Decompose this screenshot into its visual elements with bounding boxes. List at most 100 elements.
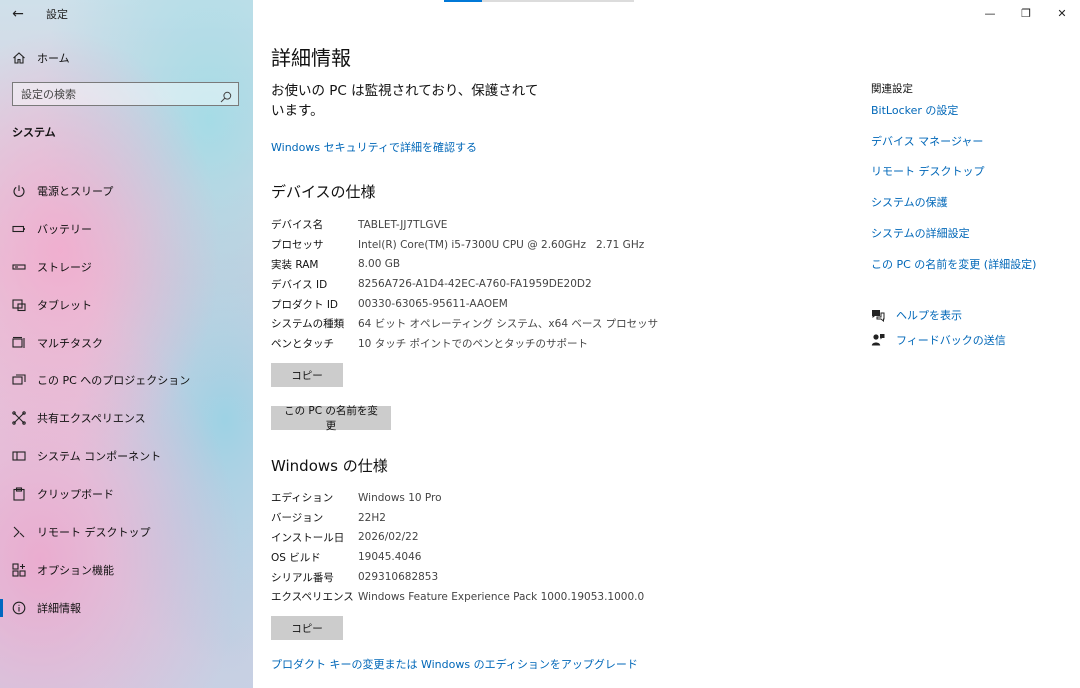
close-button[interactable]: ✕ [1044, 0, 1080, 26]
info-icon [12, 601, 26, 615]
copy-windows-spec-button[interactable]: コピー [271, 616, 343, 640]
sidebar-item-label: 電源とスリープ [37, 184, 114, 198]
sidebar-item-label: クリップボード [37, 488, 114, 502]
spec-row: OS ビルド 19045.4046 [271, 547, 644, 567]
security-details-link[interactable]: Windows セキュリティで詳細を確認する [271, 139, 477, 155]
send-feedback-label: フィードバックの送信 [896, 334, 1006, 347]
page-title: 詳細情報 [271, 46, 351, 70]
shared-experience-icon [12, 411, 26, 426]
spec-value: 8.00 GB [358, 258, 401, 271]
clipboard-icon [12, 487, 26, 501]
sidebar-titlebar: ← 設定 [0, 0, 253, 28]
sidebar-item-battery[interactable]: バッテリー [0, 210, 253, 248]
system-components-icon [12, 449, 26, 463]
spec-key: デバイス名 [271, 219, 324, 232]
sidebar-item-label: タブレット [37, 298, 92, 312]
minimize-button[interactable]: — [972, 0, 1008, 26]
spec-key: デバイス ID [271, 278, 328, 291]
sidebar-item-multitask[interactable]: マルチタスク [0, 324, 253, 362]
battery-icon [12, 222, 26, 236]
spec-row: プロダクト ID 00330-63065-95611-AAOEM [271, 294, 658, 314]
sidebar-item-label: リモート デスクトップ [37, 525, 151, 539]
spec-key: エクスペリエンス [271, 591, 354, 604]
spec-key: バージョン [271, 512, 324, 525]
back-button[interactable]: ← [0, 0, 36, 28]
spec-value: 029310682853 [358, 571, 439, 584]
sidebar-item-label: システム コンポーネント [37, 450, 162, 464]
spec-value: 8256A726-A1D4-42EC-A760-FA1959DE20D2 [358, 278, 592, 291]
loading-indicator-fill [444, 0, 482, 2]
copy-device-spec-button[interactable]: コピー [271, 363, 343, 387]
spec-value: 19045.4046 [358, 551, 422, 564]
spec-key: インストール日 [271, 531, 345, 544]
sidebar-item-label: 詳細情報 [37, 601, 81, 615]
maximize-button[interactable]: ❐ [1008, 0, 1044, 26]
spec-row: 実装 RAM 8.00 GB [271, 255, 658, 275]
upgrade-edition-link[interactable]: プロダクト キーの変更または Windows のエディションをアップグレード [271, 656, 638, 672]
send-feedback-link[interactable]: フィードバックの送信 [871, 332, 1006, 348]
app-title: 設定 [46, 8, 68, 21]
projection-icon [12, 373, 26, 387]
spec-value: Windows 10 Pro [358, 491, 442, 504]
spec-key: 実装 RAM [271, 258, 319, 271]
sidebar-item-storage[interactable]: ストレージ [0, 248, 253, 286]
spec-row: バージョン 22H2 [271, 508, 644, 528]
sidebar-item-tablet[interactable]: タブレット [0, 286, 253, 324]
sidebar-item-projection[interactable]: この PC へのプロジェクション [0, 361, 253, 399]
system-protection-link[interactable]: システムの保護 [871, 194, 948, 210]
help-chat-icon [871, 308, 885, 322]
spec-key: エディション [271, 492, 334, 505]
device-spec-heading: デバイスの仕様 [271, 183, 376, 201]
sidebar-item-clipboard[interactable]: クリップボード [0, 475, 253, 513]
sidebar-item-label: オプション機能 [37, 563, 114, 577]
sidebar-item-system-components[interactable]: システム コンポーネント [0, 437, 253, 475]
window-controls: — ❐ ✕ [972, 0, 1080, 28]
minimize-icon: — [984, 6, 996, 20]
power-icon [12, 184, 26, 198]
tablet-icon [12, 298, 26, 312]
search-input[interactable] [21, 87, 211, 101]
sidebar-item-optional-features[interactable]: オプション機能 [0, 551, 253, 589]
windows-spec-heading: Windows の仕様 [271, 457, 388, 475]
device-spec-table: デバイス名 TABLET-JJ7TLGVE プロセッサ Intel(R) Core(… [271, 215, 658, 354]
spec-row: プロセッサ Intel(R) Core(TM) i5-7300U CPU @ 2.… [271, 235, 658, 255]
nav-list: 電源とスリープ バッテリー ストレージ タブレット マルチタスク この PC へ… [0, 172, 253, 627]
sidebar-item-label: ストレージ [37, 260, 92, 274]
rename-pc-advanced-link[interactable]: この PC の名前を変更 (詳細設定) [871, 256, 1036, 272]
spec-value: Intel(R) Core(TM) i5-7300U CPU @ 2.60GHz… [358, 238, 645, 251]
spec-row: インストール日 2026/02/22 [271, 528, 644, 548]
bitlocker-settings-link[interactable]: BitLocker の設定 [871, 102, 958, 118]
sidebar-item-remote-desktop[interactable]: リモート デスクトップ [0, 513, 253, 551]
spec-key: プロセッサ [271, 239, 324, 252]
search-icon[interactable] [220, 88, 232, 103]
search-box[interactable] [12, 82, 239, 106]
feedback-icon [871, 333, 885, 347]
advanced-system-settings-link[interactable]: システムの詳細設定 [871, 225, 970, 241]
device-manager-link[interactable]: デバイス マネージャー [871, 133, 983, 149]
restore-icon: ❐ [1021, 6, 1031, 20]
get-help-link[interactable]: ヘルプを表示 [871, 307, 962, 323]
protection-headline: お使いの PC は監視されており、保護されています。 [271, 83, 539, 119]
loading-indicator [444, 0, 634, 2]
sidebar-item-about[interactable]: 詳細情報 [0, 589, 253, 627]
spec-value: TABLET-JJ7TLGVE [358, 218, 448, 231]
spec-row: システムの種類 64 ビット オペレーティング システム、x64 ベース プロセッ… [271, 314, 658, 334]
rename-pc-button[interactable]: この PC の名前を変更 [271, 405, 391, 432]
sidebar-item-power-sleep[interactable]: 電源とスリープ [0, 172, 253, 210]
windows-spec-table: エディション Windows 10 Pro バージョン 22H2 インストール日 20… [271, 488, 644, 607]
close-icon: ✕ [1057, 6, 1067, 20]
sidebar-item-label: この PC へのプロジェクション [37, 374, 191, 388]
spec-row: デバイス ID 8256A726-A1D4-42EC-A760-FA1959DE2… [271, 274, 658, 294]
remote-desktop-icon [12, 525, 26, 539]
spec-row: ペンとタッチ 10 タッチ ポイントでのペンとタッチのサポート [271, 334, 658, 354]
spec-row: デバイス名 TABLET-JJ7TLGVE [271, 215, 658, 235]
sidebar-item-shared-experiences[interactable]: 共有エクスペリエンス [0, 399, 253, 437]
spec-row: シリアル番号 029310682853 [271, 567, 644, 587]
nav-home[interactable]: ホーム [0, 44, 253, 72]
remote-desktop-link[interactable]: リモート デスクトップ [871, 163, 985, 179]
spec-value: 00330-63065-95611-AAOEM [358, 298, 508, 311]
sidebar-item-label: 共有エクスペリエンス [37, 412, 146, 426]
section-title: システム [12, 126, 56, 139]
spec-value: 2026/02/22 [358, 531, 419, 544]
get-help-label: ヘルプを表示 [896, 309, 962, 322]
